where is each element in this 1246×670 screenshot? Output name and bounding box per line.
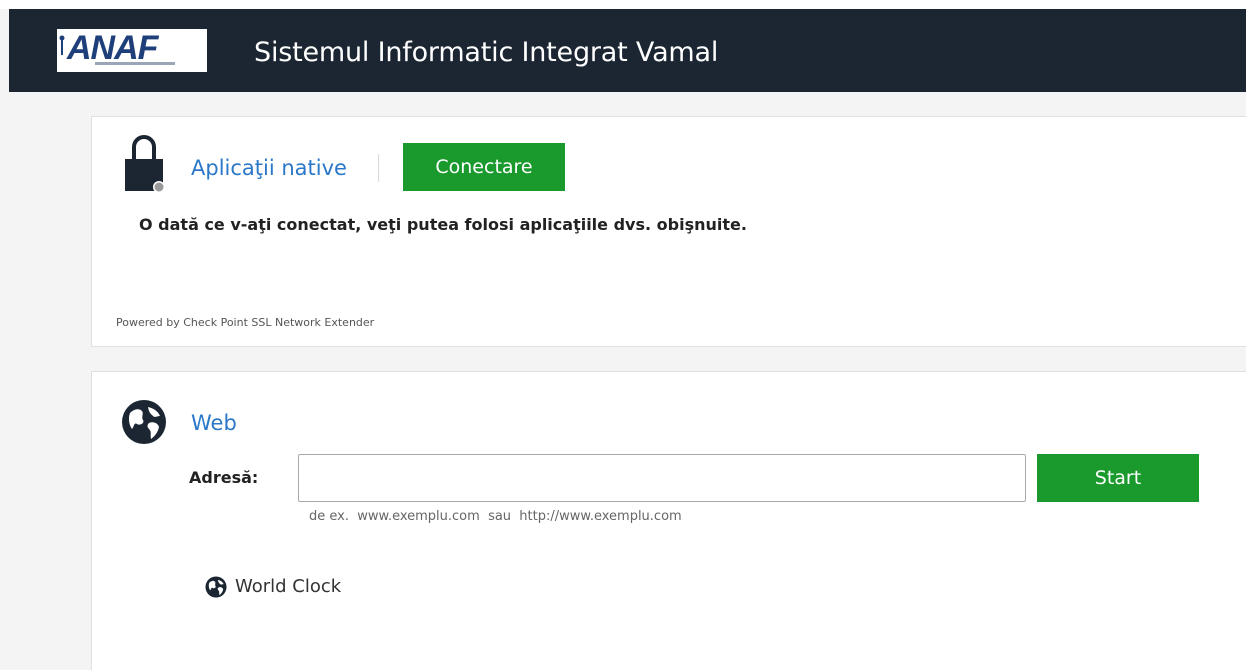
lock-icon: [125, 135, 165, 193]
anaf-logo: ANAF: [57, 29, 207, 72]
globe-icon: [205, 576, 227, 598]
bookmark-label: World Clock: [235, 576, 342, 597]
web-panel: Web Adresă: Start de ex. www.exemplu.com…: [91, 371, 1246, 670]
address-label: Adresă:: [189, 468, 259, 487]
top-strip: [0, 0, 1246, 9]
app-title: Sistemul Informatic Integrat Vamal: [254, 37, 719, 68]
native-apps-description: O dată ce v-aţi conectat, veţi putea fol…: [139, 215, 747, 234]
bookmark-world-clock[interactable]: World Clock: [205, 574, 341, 600]
title-divider: [378, 154, 379, 182]
logo-subtitle: [95, 62, 175, 65]
logo-mark-icon: [59, 35, 65, 55]
native-apps-title: Aplicaţii native: [191, 156, 347, 180]
powered-by-text: Powered by Check Point SSL Network Exten…: [116, 316, 375, 329]
address-input[interactable]: [298, 454, 1026, 502]
address-hint: de ex. www.exemplu.com sau http://www.ex…: [309, 509, 682, 524]
native-apps-panel: Aplicaţii native Conectare O dată ce v-a…: [91, 116, 1246, 347]
web-title: Web: [191, 411, 237, 435]
globe-icon: [122, 400, 166, 444]
start-button[interactable]: Start: [1037, 454, 1199, 502]
connect-button[interactable]: Conectare: [403, 143, 565, 191]
